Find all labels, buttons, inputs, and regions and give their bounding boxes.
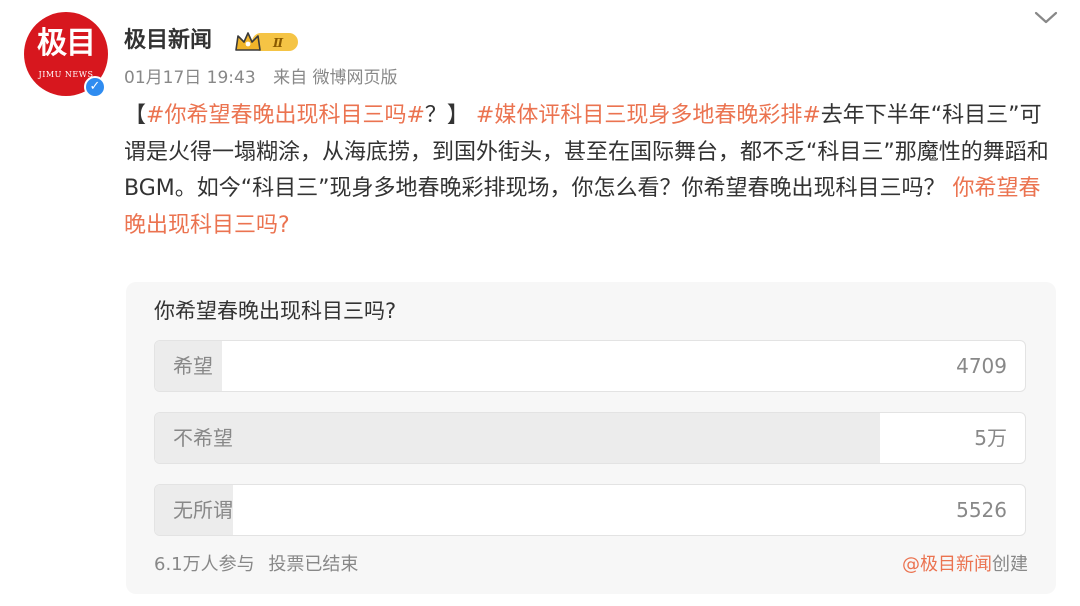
vip-level: Ⅱ [272, 36, 284, 50]
created-label: 创建 [992, 554, 1028, 575]
poll-stats: 6.1万人参与 投票已结束 [154, 552, 358, 578]
poll-option-bar [155, 413, 880, 463]
bracket-open: 【 [124, 103, 147, 128]
poll-option[interactable]: 不希望 5万 [154, 412, 1026, 464]
topic-tag-link[interactable]: #你希望春晚出现科目三吗# [146, 103, 425, 128]
post-source: 来自 微博网页版 [273, 68, 398, 88]
poll-option-count: 5526 [956, 498, 1007, 522]
poll-option-count: 5万 [974, 426, 1007, 450]
creator-link[interactable]: @极目新闻 [902, 554, 992, 575]
crown-badge-icon[interactable]: Ⅱ [234, 30, 300, 54]
verified-check-icon: ✓ [84, 76, 106, 98]
post-timestamp[interactable]: 01月17日 19:43 [124, 68, 256, 88]
poll-option[interactable]: 无所谓 5526 [154, 484, 1026, 536]
weibo-post: 极目 JIMU NEWS ✓ 极目新闻 Ⅱ 01月17日 19:43 来自 微博… [0, 0, 1080, 606]
poll-option-count: 4709 [956, 354, 1007, 378]
chevron-down-icon[interactable] [1032, 8, 1060, 28]
poll-status: 投票已结束 [268, 554, 359, 575]
post-content: 【#你希望春晚出现科目三吗#？】 #媒体评科目三现身多地春晚彩排#去年下半年“科… [124, 98, 1054, 244]
topic-tag-link[interactable]: #媒体评科目三现身多地春晚彩排# [476, 103, 821, 128]
avatar-logo-text: 极目 [37, 26, 96, 61]
post-meta: 01月17日 19:43 来自 微博网页版 [124, 66, 397, 90]
poll-question: 你希望春晚出现科目三吗? [154, 299, 397, 323]
poll-option[interactable]: 希望 4709 [154, 340, 1026, 392]
poll-option-label: 无所谓 [173, 498, 233, 522]
poll-participants: 6.1万人参与 [154, 554, 255, 575]
account-name[interactable]: 极目新闻 [124, 26, 212, 56]
poll-card: 你希望春晚出现科目三吗? 希望 4709 不希望 5万 无所谓 5526 6.1… [126, 282, 1056, 594]
poll-option-label: 希望 [173, 354, 213, 378]
bracket-close: ？】 [424, 103, 469, 128]
poll-option-label: 不希望 [173, 426, 233, 450]
poll-creator: @极目新闻创建 [902, 552, 1028, 578]
